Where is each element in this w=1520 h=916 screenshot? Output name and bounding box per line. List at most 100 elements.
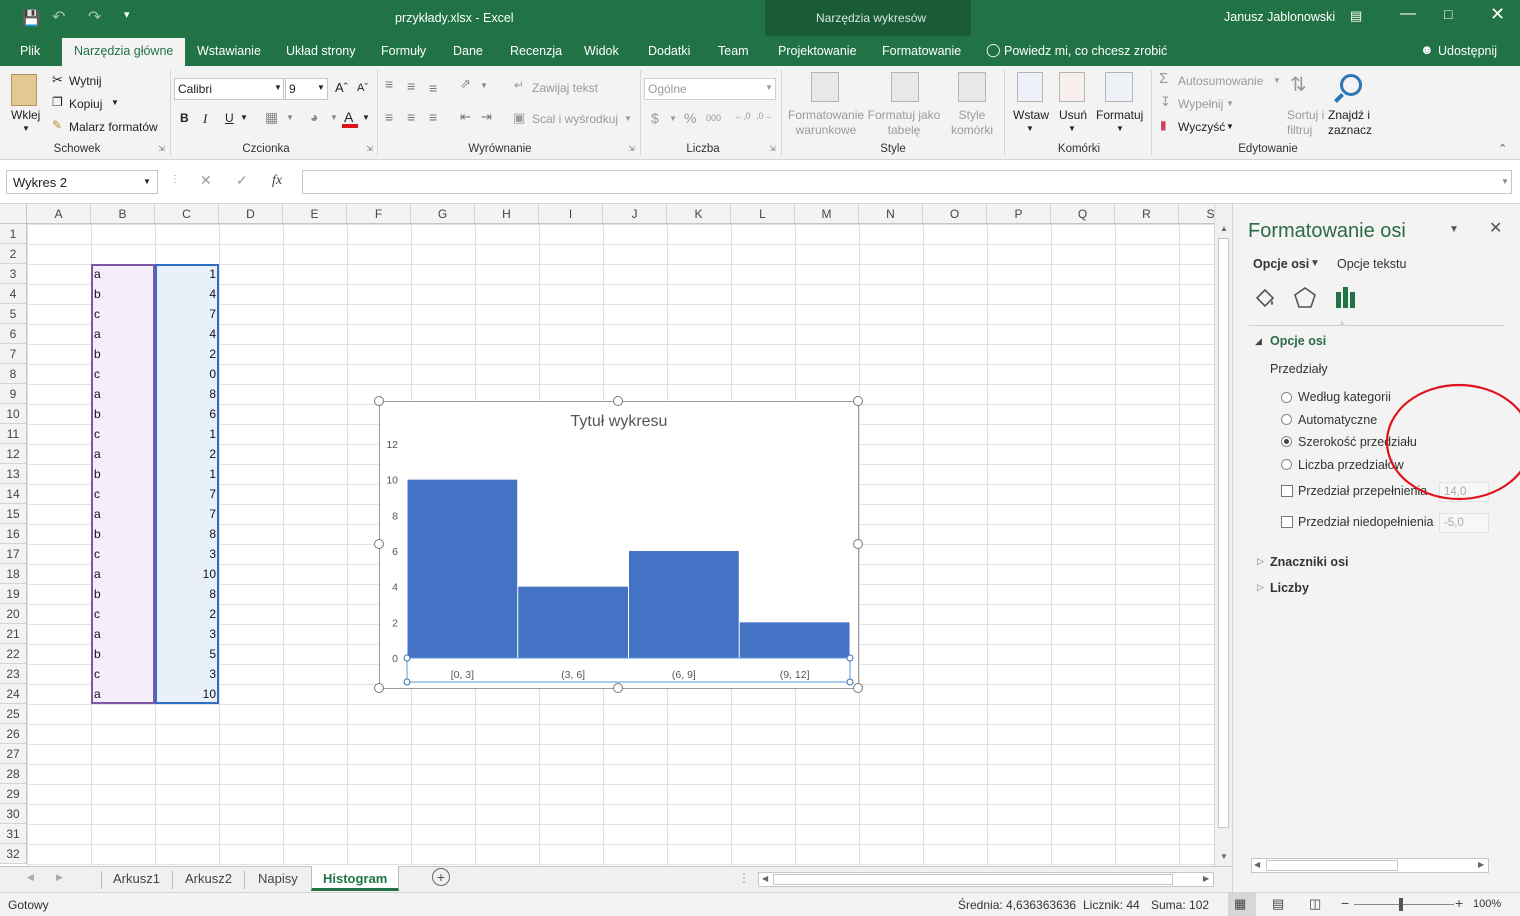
column-header-h[interactable]: H [475, 204, 539, 224]
zoom-out-icon[interactable]: − [1341, 895, 1349, 911]
radio-bin-width[interactable] [1281, 436, 1292, 447]
minimize-icon[interactable]: — [1400, 5, 1416, 23]
column-header-q[interactable]: Q [1051, 204, 1115, 224]
chart-title[interactable]: Tytuł wykresu [571, 413, 668, 430]
sheet-tab-arkusz2[interactable]: Arkusz2 [173, 867, 244, 891]
align-bottom-icon[interactable]: ≡ [429, 80, 437, 96]
axis-options-icon[interactable] [1333, 284, 1359, 310]
row-header-16[interactable]: 16 [0, 524, 27, 544]
row-header-24[interactable]: 24 [0, 684, 27, 704]
row-header-1[interactable]: 1 [0, 224, 27, 244]
column-header-c[interactable]: C [155, 204, 219, 224]
expand-tick-marks-icon[interactable]: ▷ [1257, 556, 1264, 567]
cell-c[interactable]: 0 [155, 364, 219, 384]
insert-cells-button[interactable]: Wstaw [1013, 108, 1049, 122]
fill-line-icon[interactable] [1253, 286, 1277, 310]
row-header-17[interactable]: 17 [0, 544, 27, 564]
vertical-scroll-thumb[interactable] [1218, 238, 1229, 828]
row-header-29[interactable]: 29 [0, 784, 27, 804]
histogram-chart[interactable]: Tytuł wykresu 0 2 4 6 8 10 12 [0, 3] (3, 6] (6, 9… [380, 402, 858, 688]
number-launcher-icon[interactable]: ⇲ [769, 144, 776, 153]
currency-dropdown-icon[interactable]: ▼ [669, 114, 677, 123]
column-header-f[interactable]: F [347, 204, 411, 224]
autosum-dropdown-icon[interactable]: ▼ [1273, 76, 1281, 85]
tab-chart-design[interactable]: Projektowanie [778, 44, 857, 58]
paste-icon[interactable] [11, 74, 37, 106]
chart-handle-bm[interactable] [613, 683, 623, 693]
cell-b[interactable]: a [91, 384, 155, 404]
vertical-scrollbar[interactable]: ▲ ▼ [1214, 204, 1232, 866]
horizontal-scroll-thumb[interactable] [773, 874, 1173, 885]
decrease-decimal-icon[interactable]: ,0→ [756, 111, 773, 121]
status-average[interactable]: Średnia: 4,636363636 [958, 898, 1076, 912]
merge-dropdown-icon[interactable]: ▼ [624, 114, 632, 123]
next-sheet-icon[interactable]: ▶ [56, 872, 63, 883]
chart-handle-tm[interactable] [613, 396, 623, 406]
column-header-e[interactable]: E [283, 204, 347, 224]
delete-cells-icon[interactable] [1059, 72, 1085, 102]
user-name[interactable]: Janusz Jablonowski [1224, 10, 1335, 24]
format-as-table-icon[interactable] [891, 72, 919, 102]
row-header-26[interactable]: 26 [0, 724, 27, 744]
font-name-dropdown-icon[interactable]: ▼ [274, 83, 282, 92]
decrease-indent-icon[interactable]: ⇤ [460, 109, 471, 125]
fill-color-dropdown-icon[interactable]: ▼ [330, 113, 338, 122]
fill-dropdown-icon[interactable]: ▼ [1226, 99, 1234, 108]
status-sum[interactable]: Suma: 102 [1151, 898, 1209, 912]
align-left-icon[interactable]: ≡ [385, 109, 393, 125]
page-break-view-icon[interactable]: ◫ [1309, 896, 1321, 912]
cell-c[interactable]: 4 [155, 284, 219, 304]
row-header-15[interactable]: 15 [0, 504, 27, 524]
axis-options-dropdown-icon[interactable]: ▼ [1310, 258, 1320, 269]
format-painter-button[interactable]: Malarz formatów [69, 120, 158, 134]
cell-b[interactable]: c [91, 304, 155, 324]
cell-c[interactable]: 7 [155, 484, 219, 504]
histogram-bar[interactable] [629, 551, 739, 658]
bold-button[interactable]: B [180, 111, 189, 125]
insert-dropdown-icon[interactable]: ▼ [1026, 124, 1034, 133]
sheet-tab-napisy[interactable]: Napisy [246, 867, 310, 891]
number-format-box[interactable]: Ogólne ▼ [644, 78, 776, 100]
chart-handle-tr[interactable] [853, 396, 863, 406]
collapse-ribbon-icon[interactable]: ⌃ [1498, 142, 1507, 155]
autosum-button[interactable]: Autosumowanie [1178, 74, 1263, 88]
zoom-level[interactable]: 100% [1473, 898, 1501, 910]
tab-home[interactable]: Narzędzia główne [62, 38, 186, 66]
maximize-icon[interactable]: □ [1444, 6, 1452, 22]
italic-button[interactable]: I [203, 111, 207, 127]
x-axis-handle[interactable] [403, 678, 411, 686]
merge-center-button[interactable]: Scal i wyśrodkuj [532, 112, 618, 126]
row-header-18[interactable]: 18 [0, 564, 27, 584]
status-count[interactable]: Licznik: 44 [1083, 898, 1140, 912]
tell-me-search[interactable]: Powiedz mi, co chcesz zrobić [1004, 44, 1167, 58]
pane-scroll-left-icon[interactable]: ◀ [1254, 860, 1260, 869]
alignment-launcher-icon[interactable]: ⇲ [628, 144, 635, 153]
cell-b[interactable]: a [91, 684, 155, 704]
tab-addins[interactable]: Dodatki [648, 44, 690, 58]
cell-b[interactable]: a [91, 264, 155, 284]
histogram-bar[interactable] [739, 622, 850, 658]
close-pane-icon[interactable]: ✕ [1489, 218, 1502, 238]
scroll-left-icon[interactable]: ◀ [762, 874, 768, 883]
font-launcher-icon[interactable]: ⇲ [366, 144, 373, 153]
autosum-icon[interactable]: Σ [1159, 70, 1168, 87]
cell-c[interactable]: 2 [155, 604, 219, 624]
increase-indent-icon[interactable]: ⇥ [481, 109, 492, 125]
histogram-bar[interactable] [407, 479, 518, 658]
cell-b[interactable]: c [91, 544, 155, 564]
save-icon[interactable]: 💾 [22, 9, 41, 27]
cell-b[interactable]: b [91, 464, 155, 484]
cell-c[interactable]: 7 [155, 304, 219, 324]
tab-axis-options[interactable]: Opcje osi [1253, 257, 1309, 271]
scroll-right-icon[interactable]: ▶ [1203, 874, 1209, 883]
cell-b[interactable]: c [91, 604, 155, 624]
worksheet-grid[interactable]: ABCDEFGHIJKLMNOPQRS 1 2 3 4 5 6 7 8 9 10 11 12 13 14 1… [0, 204, 1232, 866]
chart-handle-tl[interactable] [374, 396, 384, 406]
tab-page-layout[interactable]: Układ strony [286, 44, 355, 58]
checkbox-underflow[interactable] [1281, 516, 1293, 528]
radio-automatic[interactable] [1281, 414, 1292, 425]
font-name-box[interactable]: Calibri ▼ [174, 78, 284, 100]
prev-sheet-icon[interactable]: ◀ [27, 872, 34, 883]
find-select-icon[interactable] [1340, 74, 1362, 96]
chart-handle-br[interactable] [853, 683, 863, 693]
